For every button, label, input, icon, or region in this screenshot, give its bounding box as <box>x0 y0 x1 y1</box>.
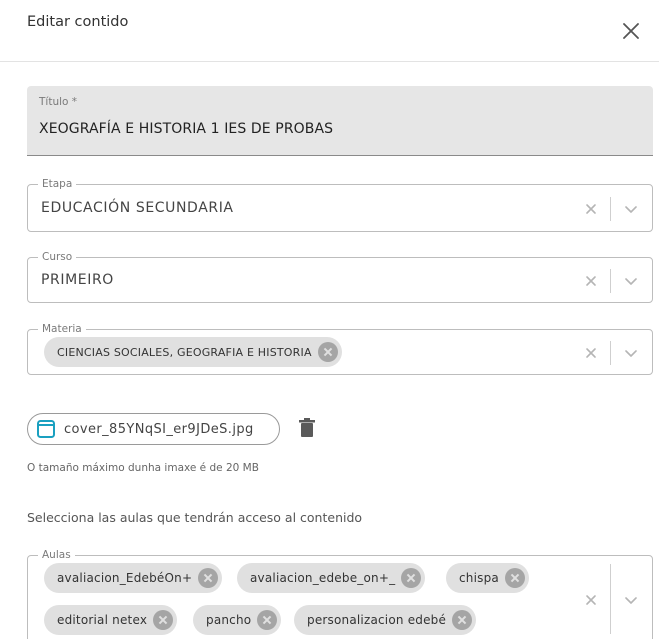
curso-value: PRIMEIRO <box>41 272 114 288</box>
aula-chip: avaliacion_edebe_on+_ <box>237 563 426 593</box>
aula-chip: avaliacion_EdebéOn+ <box>44 563 223 593</box>
materia-chip-label: CIENCIAS SOCIALES, GEOGRAFIA E HISTORIA <box>57 345 312 359</box>
curso-select[interactable]: Curso PRIMEIRO <box>27 250 653 303</box>
chip-remove-icon[interactable] <box>504 568 525 588</box>
etapa-chevron-down-icon[interactable] <box>623 201 639 217</box>
curso-clear-icon[interactable] <box>583 273 599 289</box>
materia-separator <box>610 341 611 365</box>
materia-select[interactable]: Materia CIENCIAS SOCIALES, GEOGRAFIA E H… <box>27 322 653 375</box>
curso-separator <box>610 269 611 293</box>
aula-chip: personalizacion edebé <box>294 605 477 635</box>
dialog-header: Editar contido <box>0 0 659 62</box>
materia-clear-icon[interactable] <box>583 345 599 361</box>
file-size-hint: O tamaño máximo dunha imaxe é de 20 MB <box>27 462 259 474</box>
title-field-label: Título * <box>39 96 78 108</box>
aulas-label: Aulas <box>38 548 75 562</box>
curso-label: Curso <box>38 250 77 264</box>
aula-chip-label: personalizacion edebé <box>307 613 447 627</box>
aula-chip-label: chispa <box>459 571 499 585</box>
chip-remove-icon[interactable] <box>452 610 473 630</box>
image-file-icon <box>37 420 55 438</box>
materia-label: Materia <box>38 322 86 336</box>
chip-remove-icon[interactable] <box>153 610 174 630</box>
file-name: cover_85YNqSI_er9JDeS.jpg <box>64 421 254 437</box>
file-chip[interactable]: cover_85YNqSI_er9JDeS.jpg <box>27 413 280 445</box>
materia-chip: CIENCIAS SOCIALES, GEOGRAFIA E HISTORIA <box>44 337 342 367</box>
chip-remove-icon[interactable] <box>317 342 338 362</box>
etapa-value: EDUCACIÓN SECUNDARIA <box>41 200 234 216</box>
chip-remove-icon[interactable] <box>257 610 278 630</box>
etapa-select[interactable]: Etapa EDUCACIÓN SECUNDARIA <box>27 177 653 232</box>
title-field[interactable]: Título * XEOGRAFÍA E HISTORIA 1 IES DE P… <box>27 86 653 156</box>
aula-chip-label: avaliacion_edebe_on+_ <box>250 571 396 585</box>
dialog-title: Editar contido <box>27 14 129 30</box>
aulas-clear-icon[interactable] <box>583 592 599 608</box>
aula-chip-label: editorial netex <box>57 613 148 627</box>
etapa-label: Etapa <box>38 177 77 191</box>
title-field-value: XEOGRAFÍA E HISTORIA 1 IES DE PROBAS <box>39 121 334 137</box>
aula-chip-label: avaliacion_EdebéOn+ <box>57 571 193 585</box>
curso-chevron-down-icon[interactable] <box>623 273 639 289</box>
aula-chip-label: pancho <box>206 613 252 627</box>
aula-chip: pancho <box>193 605 282 635</box>
trash-icon[interactable] <box>298 418 316 438</box>
etapa-separator <box>610 197 611 221</box>
aulas-select[interactable]: Aulas avaliacion_EdebéOn+ avaliacion_ede… <box>27 548 653 639</box>
aulas-separator <box>610 564 611 634</box>
etapa-clear-icon[interactable] <box>583 201 599 217</box>
aulas-section-text: Selecciona las aulas que tendrán acceso … <box>27 510 363 525</box>
chip-remove-icon[interactable] <box>401 568 422 588</box>
aula-chip: editorial netex <box>44 605 178 635</box>
close-icon[interactable] <box>620 20 642 42</box>
aulas-chevron-down-icon[interactable] <box>623 592 639 608</box>
chip-remove-icon[interactable] <box>198 568 219 588</box>
aula-chip: chispa <box>446 563 529 593</box>
materia-chevron-down-icon[interactable] <box>623 345 639 361</box>
